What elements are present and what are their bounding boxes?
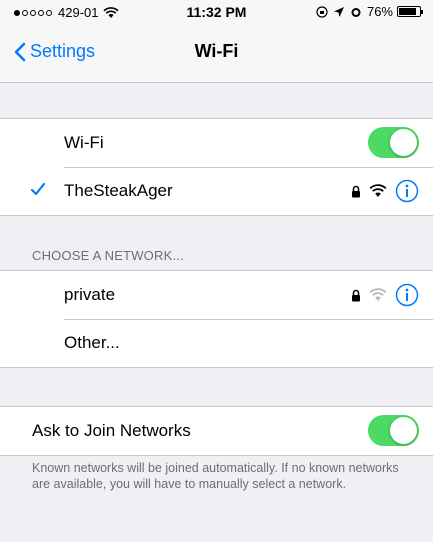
status-bar: 429-01 11:32 PM 76%: [0, 0, 433, 22]
ask-to-join-group: Ask to Join Networks: [0, 406, 433, 456]
network-row-private[interactable]: private: [0, 271, 433, 319]
connected-network-row[interactable]: TheSteakAger: [0, 167, 433, 215]
wifi-label: Wi-Fi: [64, 133, 104, 152]
other-network-label: Other...: [64, 333, 120, 352]
info-icon[interactable]: [395, 283, 419, 307]
ask-to-join-description: Known networks will be joined automatica…: [32, 461, 399, 491]
navigation-bar: Settings Wi-Fi: [0, 22, 433, 83]
wifi-group: Wi-Fi TheSteakAger: [0, 118, 433, 216]
wifi-toggle-row: Wi-Fi: [0, 119, 433, 167]
battery-percent: 76%: [366, 4, 393, 19]
lock-icon: [352, 185, 360, 197]
ask-to-join-row: Ask to Join Networks: [0, 407, 433, 455]
ask-to-join-label: Ask to Join Networks: [32, 421, 191, 440]
connected-network-name: TheSteakAger: [64, 181, 173, 200]
location-icon: [333, 6, 344, 17]
page-title: Wi-Fi: [194, 41, 239, 61]
screen-lock-icon: [316, 5, 328, 18]
connected-network-icons: [343, 179, 419, 203]
choose-network-header: CHOOSE A NETWORK...: [32, 248, 184, 263]
status-right: 76%: [316, 4, 423, 19]
ask-to-join-toggle[interactable]: [368, 415, 419, 446]
checkmark-icon: [30, 182, 46, 196]
wifi-toggle[interactable]: [368, 127, 419, 158]
battery-icon: [397, 6, 423, 17]
info-icon[interactable]: [395, 179, 419, 203]
network-row-other[interactable]: Other...: [0, 319, 433, 367]
network-name: private: [64, 285, 116, 304]
wifi-weak-signal-icon: [369, 288, 387, 301]
lock-icon: [352, 289, 360, 301]
networks-group: private Other...: [0, 270, 433, 368]
network-icons: [343, 283, 419, 307]
wifi-signal-icon: [369, 184, 387, 197]
alarm-icon: [351, 7, 361, 17]
